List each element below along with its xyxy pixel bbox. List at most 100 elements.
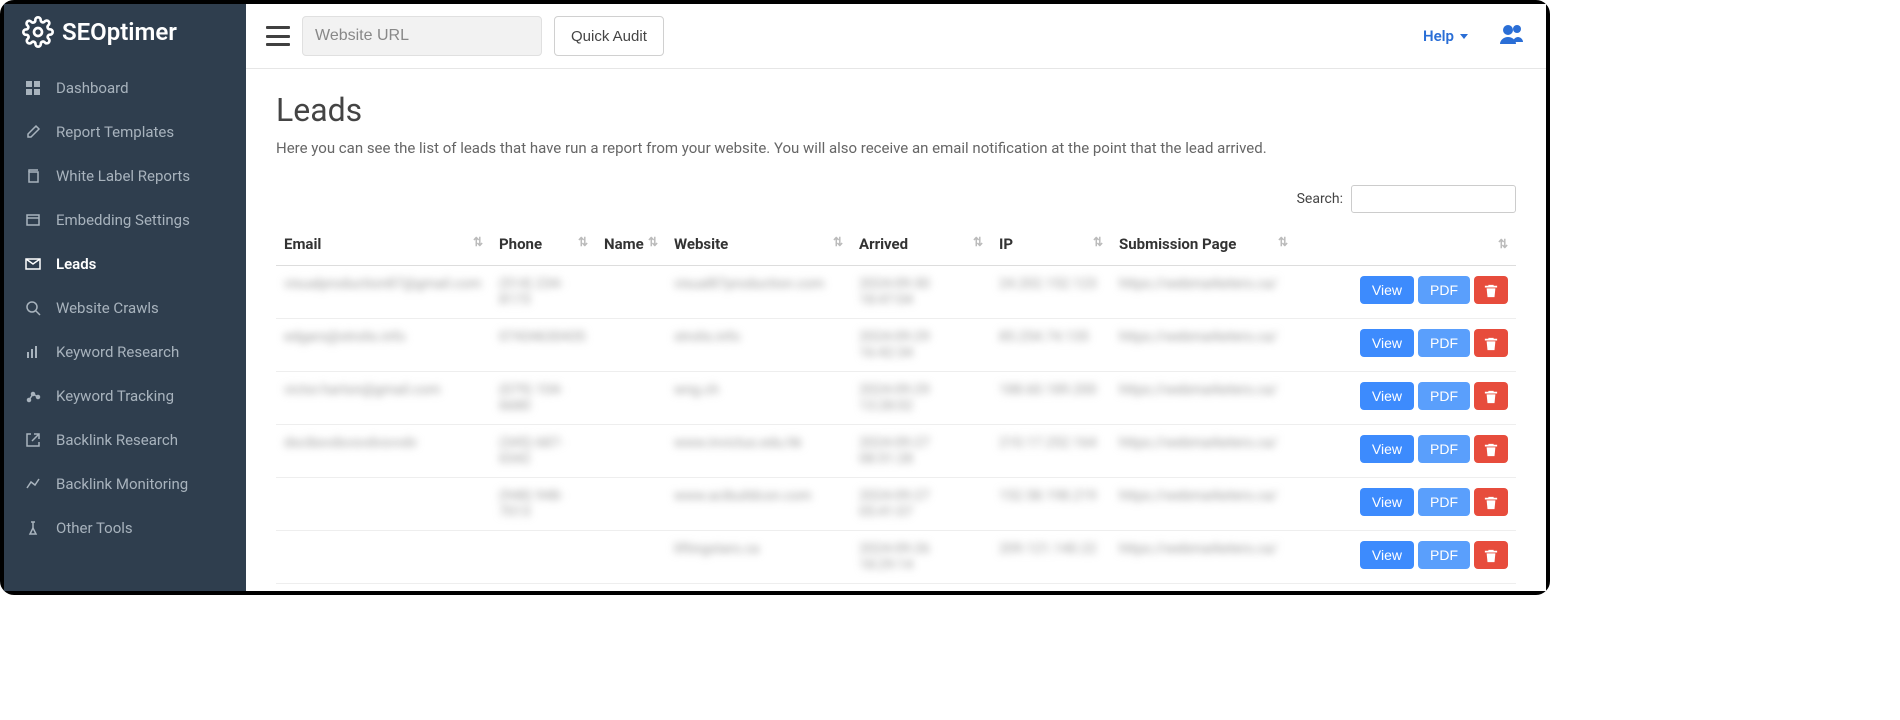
cell: https://webmarketers.ca/ [1111,319,1296,372]
cell: www.invictus.edu.hk [666,425,851,478]
cell: 2024-09-2708:51:28 [851,425,991,478]
bars-icon [24,343,42,361]
trash-icon [1484,547,1498,563]
quick-audit-button[interactable]: Quick Audit [554,16,664,56]
row-actions: ViewPDF [1296,425,1516,478]
view-button[interactable]: View [1360,276,1414,304]
sidebar-item-website-crawls[interactable]: Website Crawls [4,286,246,330]
sidebar-item-report-templates[interactable]: Report Templates [4,110,246,154]
topbar: Quick Audit Help [246,4,1546,69]
pdf-button[interactable]: PDF [1418,329,1470,357]
sidebar-item-leads[interactable]: Leads [4,242,246,286]
pdf-button[interactable]: PDF [1418,382,1470,410]
cell: (948) 948-7013 [491,478,596,531]
website-url-input[interactable] [302,16,542,56]
cell: 2024-09-2618:29:14 [851,531,991,584]
sidebar-item-embedding-settings[interactable]: Embedding Settings [4,198,246,242]
column-phone[interactable]: Phone⇅ [491,223,596,266]
table-row: dscibxvdsvsvdvsvvdv(345) 687-6542www.inv… [276,425,1516,478]
sort-icon: ⇅ [973,235,983,249]
sidebar-item-label: Other Tools [56,519,133,537]
sidebar-item-white-label-reports[interactable]: White Label Reports [4,154,246,198]
cell: 2024-09-2913:28:02 [851,372,991,425]
trash-icon [1484,282,1498,298]
row-actions: ViewPDF [1296,478,1516,531]
cell: (079) 104-6680 [491,372,596,425]
sort-icon: ⇅ [1093,235,1103,249]
table-row: liftingstars.ca2024-09-2618:29:14209.121… [276,531,1516,584]
cell: https://webmarketers.ca/ [1111,531,1296,584]
delete-button[interactable] [1474,276,1508,304]
delete-button[interactable] [1474,382,1508,410]
pdf-button[interactable]: PDF [1418,435,1470,463]
table-row: visualproduction87@gmail.com(514) 234-81… [276,266,1516,319]
cell: https://webmarketers.ca/ [1111,266,1296,319]
content: Leads Here you can see the list of leads… [246,69,1546,591]
cell: https://webmarketers.ca/ [1111,425,1296,478]
cell [596,319,666,372]
table-row: (948) 948-7013www.acibuildcon.com2024-09… [276,478,1516,531]
cell: 85.254.74.135 [991,319,1111,372]
cell: 188.60.189.200 [991,372,1111,425]
row-actions: ViewPDF [1296,531,1516,584]
column-name[interactable]: Name⇅ [596,223,666,266]
help-dropdown[interactable]: Help [1423,27,1468,45]
hamburger-icon[interactable] [266,26,290,46]
sidebar-item-other-tools[interactable]: Other Tools [4,506,246,550]
column-submission-page[interactable]: Submission Page⇅ [1111,223,1296,266]
brand-logo[interactable]: SEOptimer [4,4,246,66]
cell: https://webmarketers.ca/ [1111,372,1296,425]
table-row: edgars@strolis.info07434630435strolis.in… [276,319,1516,372]
column-email[interactable]: Email⇅ [276,223,491,266]
cell: strolis.info [666,319,851,372]
dashboard-icon [24,79,42,97]
search-icon [24,299,42,317]
page-subtitle: Here you can see the list of leads that … [276,139,1516,157]
pdf-button[interactable]: PDF [1418,541,1470,569]
delete-button[interactable] [1474,488,1508,516]
delete-button[interactable] [1474,541,1508,569]
row-actions: ViewPDF [1296,372,1516,425]
cell [596,478,666,531]
pdf-button[interactable]: PDF [1418,488,1470,516]
delete-button[interactable] [1474,329,1508,357]
view-button[interactable]: View [1360,382,1414,410]
row-actions: ViewPDF [1296,266,1516,319]
sidebar-item-keyword-tracking[interactable]: Keyword Tracking [4,374,246,418]
column-ip[interactable]: IP⇅ [991,223,1111,266]
sidebar-item-label: Report Templates [56,123,174,141]
sidebar-item-dashboard[interactable]: Dashboard [4,66,246,110]
search-input[interactable] [1351,185,1516,213]
sort-icon: ⇅ [473,235,483,249]
cell: edgars@strolis.info [276,319,491,372]
view-button[interactable]: View [1360,329,1414,357]
main-area: Quick Audit Help Leads Here you can see … [246,4,1546,591]
sort-icon: ⇅ [648,235,658,249]
pdf-button[interactable]: PDF [1418,276,1470,304]
delete-button[interactable] [1474,435,1508,463]
sidebar-item-keyword-research[interactable]: Keyword Research [4,330,246,374]
sidebar-item-label: Backlink Monitoring [56,475,188,493]
view-button[interactable]: View [1360,435,1414,463]
cell: 2024-09-3018:47:04 [851,266,991,319]
view-button[interactable]: View [1360,541,1414,569]
mail-icon [24,255,42,273]
cell: www.acibuildcon.com [666,478,851,531]
cell: 152.58.198.219 [991,478,1111,531]
column-actions: ⇅ [1296,223,1516,266]
cell: visualproduction87@gmail.com [276,266,491,319]
users-icon[interactable] [1498,22,1526,50]
cell [491,531,596,584]
tracking-icon [24,387,42,405]
table-row: victor.harton@gmail.com(079) 104-6680wng… [276,372,1516,425]
column-website[interactable]: Website⇅ [666,223,851,266]
tools-icon [24,519,42,537]
view-button[interactable]: View [1360,488,1414,516]
sidebar-item-backlink-monitoring[interactable]: Backlink Monitoring [4,462,246,506]
cell: (345) 687-6542 [491,425,596,478]
trash-icon [1484,388,1498,404]
search-label: Search: [1297,191,1343,207]
column-arrived[interactable]: Arrived⇅ [851,223,991,266]
sidebar-item-backlink-research[interactable]: Backlink Research [4,418,246,462]
sidebar-item-label: Backlink Research [56,431,178,449]
